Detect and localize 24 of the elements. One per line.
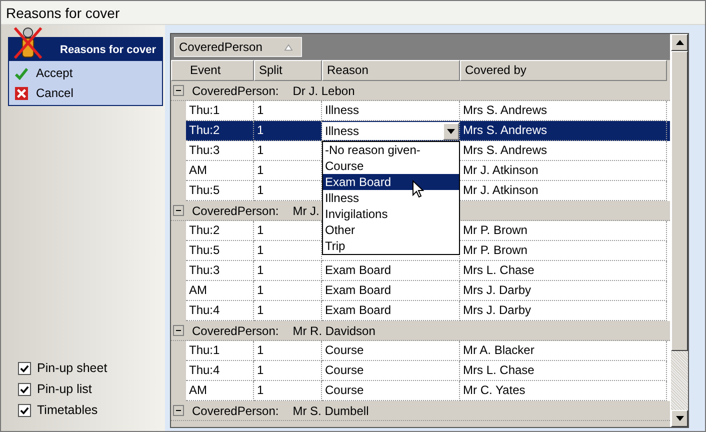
window-title: Reasons for cover: [6, 4, 120, 20]
table-cell: AM: [186, 381, 254, 401]
table-cell: Thu:5: [186, 181, 254, 201]
group-label: CoveredPerson:: [192, 84, 279, 98]
checkbox-label: Pin-up sheet: [37, 361, 108, 375]
table-cell: 1: [254, 381, 322, 401]
table-cell: 1: [254, 181, 322, 201]
group-value: Mr R. Davidson: [292, 324, 376, 338]
card-title: Reasons for cover: [60, 44, 156, 56]
table-cell: Mr J. Atkinson: [460, 181, 667, 201]
table-cell: Mrs J. Darby: [460, 301, 667, 321]
group-label: CoveredPerson:: [192, 204, 279, 218]
group-label: CoveredPerson:: [192, 324, 279, 338]
table-cell: Exam Board: [322, 301, 460, 321]
group-value: Dr J. Lebon: [292, 84, 355, 98]
table-cell: Thu:4: [186, 301, 254, 321]
group-label: CoveredPerson:: [192, 404, 279, 418]
table-cell: Mr C. Yates: [460, 381, 667, 401]
table-cell: 1: [254, 301, 322, 321]
table-cell: Course: [322, 381, 460, 401]
checkbox-label: Timetables: [37, 403, 98, 417]
checkbox-label: Pin-up list: [37, 382, 92, 396]
group-value: Mr S. Dumbell: [292, 404, 369, 418]
group-value: Mr J.: [292, 204, 320, 218]
